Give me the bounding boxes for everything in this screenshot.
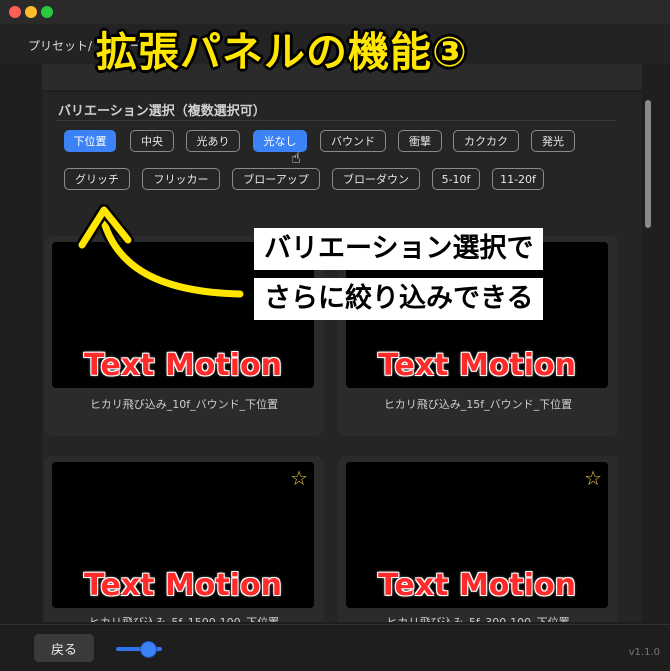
close-window-button[interactable] [9, 6, 21, 18]
filter-chip-hakko[interactable]: 発光 [531, 130, 575, 152]
preset-card-label: ヒカリ飛び込み_5f_1500-100_下位置 [44, 614, 324, 622]
filter-chip-shogeki[interactable]: 衝撃 [398, 130, 442, 152]
filter-chip-blowup[interactable]: ブローアップ [232, 168, 320, 190]
minimize-window-button[interactable] [25, 6, 37, 18]
preset-card[interactable]: Text Motion ☆ ヒカリ飛び込み_5f_1500-100_下位置 [44, 456, 324, 622]
thumbnail-text: Text Motion [377, 568, 577, 603]
preset-card-label: ヒカリ飛び込み_5f_300-100_下位置 [338, 614, 618, 622]
filter-chip-hikari-ari[interactable]: 光あり [186, 130, 240, 152]
filter-chip-flicker[interactable]: フリッカー [142, 168, 220, 190]
preset-thumbnail[interactable]: Text Motion ☆ [346, 462, 608, 608]
hand-cursor-icon: ☝ [291, 148, 301, 167]
variation-section-title: バリエーション選択（複数選択可） [58, 104, 266, 119]
version-label: v1.1.0 [628, 647, 660, 658]
filter-chip-11-20f[interactable]: 11-20f [492, 168, 544, 190]
filter-chip-shita-ichi[interactable]: 下位置 [64, 130, 116, 152]
callout-line-1: バリエーション選択で [254, 228, 544, 270]
preset-card-label: ヒカリ飛び込み_10f_バウンド_下位置 [89, 398, 279, 411]
back-button[interactable]: 戻る [34, 634, 94, 662]
footer-bar: 戻る v1.1.0 [0, 624, 670, 671]
favorite-star-icon[interactable]: ☆ [584, 466, 602, 490]
filter-chip-chuo[interactable]: 中央 [130, 130, 174, 152]
filter-chip-bound[interactable]: バウンド [320, 130, 386, 152]
favorite-star-icon[interactable]: ☆ [290, 466, 308, 490]
banner-title: 拡張パネルの機能③ [96, 28, 468, 76]
scrollbar-thumb[interactable] [645, 100, 651, 228]
preset-card-label: ヒカリ飛び込み_15f_バウンド_下位置 [383, 398, 573, 411]
filter-chip-glitch[interactable]: グリッチ [64, 168, 130, 190]
zoom-window-button[interactable] [41, 6, 53, 18]
zoom-slider-knob[interactable] [140, 641, 157, 658]
filter-chip-kakukaku[interactable]: カクカク [453, 130, 519, 152]
preset-label[interactable]: プリセット/ [28, 37, 92, 54]
preset-thumbnail[interactable]: Text Motion ☆ [52, 462, 314, 608]
callout-line-2: さらに絞り込みできる [254, 278, 544, 320]
section-divider [56, 120, 616, 121]
preset-card[interactable]: Text Motion ☆ ヒカリ飛び込み_5f_300-100_下位置 [338, 456, 618, 622]
filter-chip-5-10f[interactable]: 5-10f [432, 168, 480, 190]
thumbnail-text: Text Motion [83, 348, 283, 383]
extension-panel: バリエーション選択（複数選択可） 下位置 中央 光あり 光なし バウンド 衝撃 … [42, 92, 642, 622]
thumbnail-text: Text Motion [83, 568, 283, 603]
filter-chip-blowdown[interactable]: ブローダウン [332, 168, 420, 190]
thumbnail-text: Text Motion [377, 348, 577, 383]
